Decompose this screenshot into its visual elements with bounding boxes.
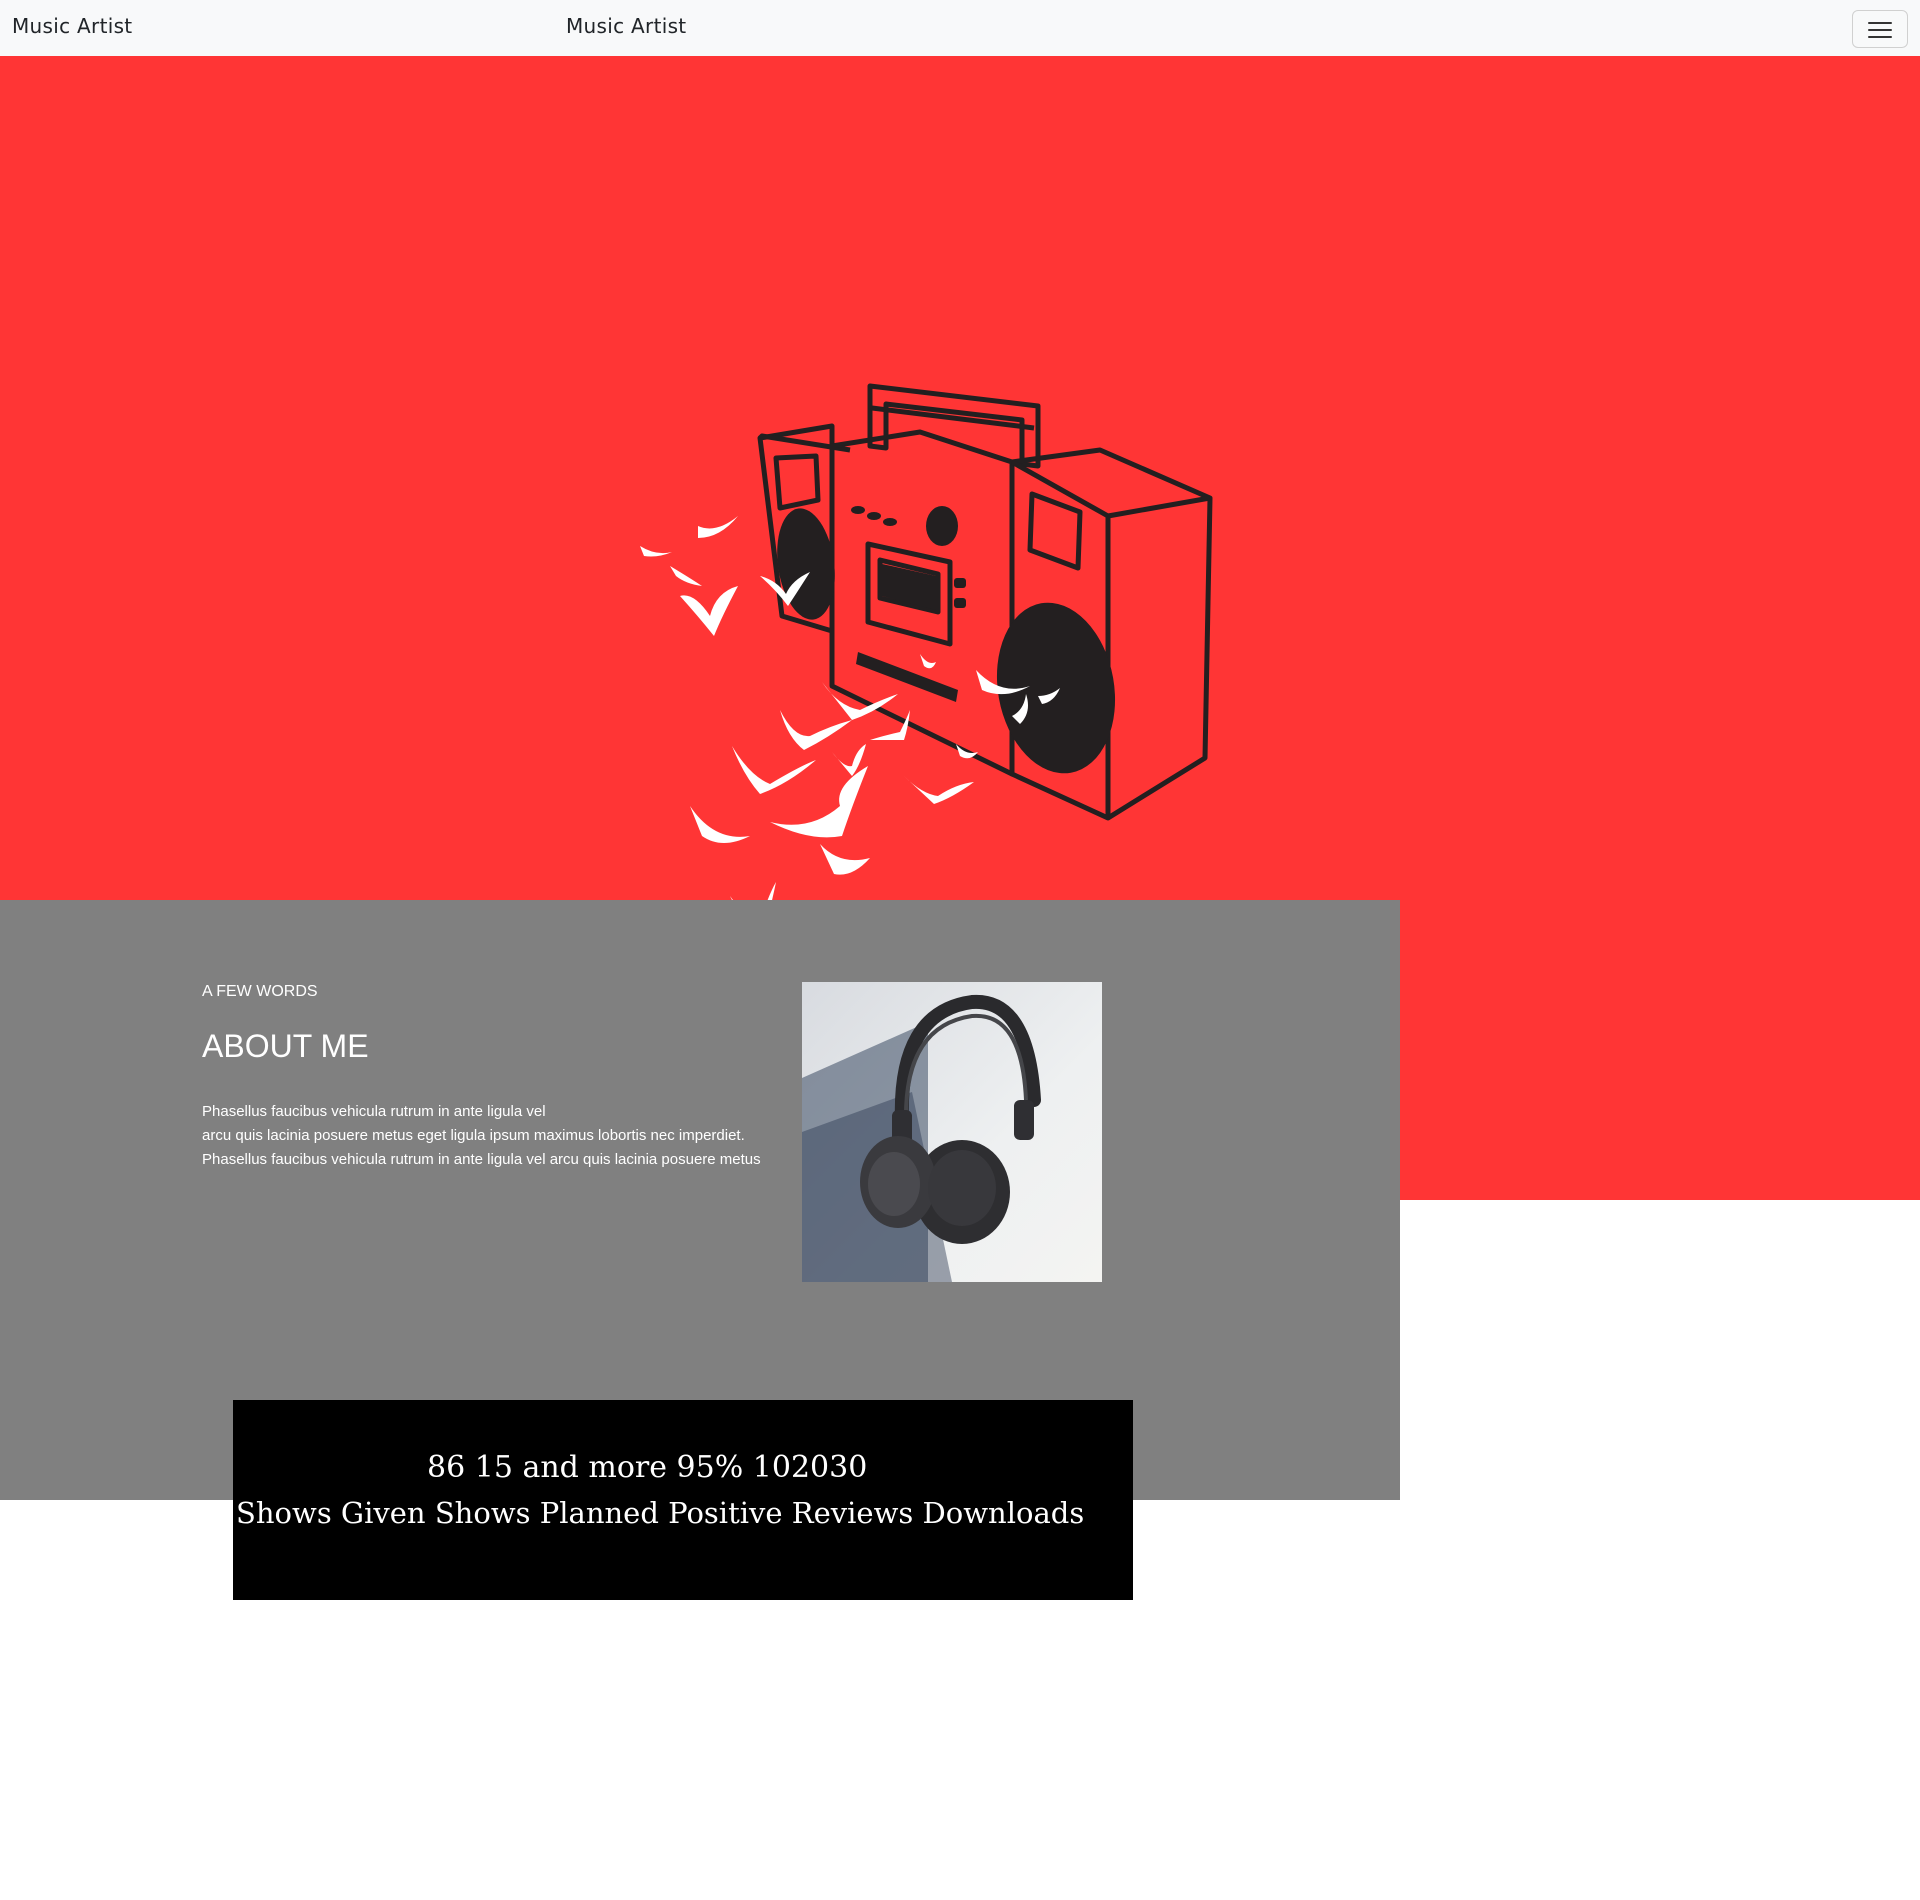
stats-labels: Shows Given Shows Planned Positive Revie… xyxy=(236,1496,1084,1530)
headphones-photo xyxy=(802,982,1102,1282)
about-title: ABOUT ME xyxy=(202,1028,369,1064)
stat-label: Positive Reviews xyxy=(668,1496,914,1530)
stats-panel: 86 15 and more 95% 102030 Shows Given Sh… xyxy=(233,1400,1133,1600)
brand-center-link[interactable]: Music Artist xyxy=(566,14,686,38)
navbar-toggle-button[interactable] xyxy=(1852,10,1908,48)
stat-label: Shows Given xyxy=(236,1496,426,1530)
headphones-icon xyxy=(802,994,1041,1282)
brand-link[interactable]: Music Artist xyxy=(12,14,132,38)
stat-label: Downloads xyxy=(922,1496,1085,1530)
stat-label: Shows Planned xyxy=(434,1496,659,1530)
birds xyxy=(640,516,1060,936)
stat-value: 95% xyxy=(676,1450,744,1485)
boombox-illustration xyxy=(640,383,1213,936)
about-line: arcu quis lacinia posuere metus eget lig… xyxy=(202,1127,745,1144)
stats-values: 86 15 and more 95% 102030 xyxy=(427,1450,867,1485)
about-eyebrow: A FEW WORDS xyxy=(202,983,318,1000)
stat-value: 15 and more xyxy=(474,1450,667,1485)
navbar: Music Artist Music Artist xyxy=(0,0,1920,56)
stat-value: 102030 xyxy=(752,1450,868,1485)
about-line: Phasellus faucibus vehicula rutrum in an… xyxy=(202,1151,761,1168)
about-line: Phasellus faucibus vehicula rutrum in an… xyxy=(202,1103,546,1120)
stat-value: 86 xyxy=(427,1450,466,1485)
about-paragraph: Phasellus faucibus vehicula rutrum in an… xyxy=(202,1100,761,1172)
